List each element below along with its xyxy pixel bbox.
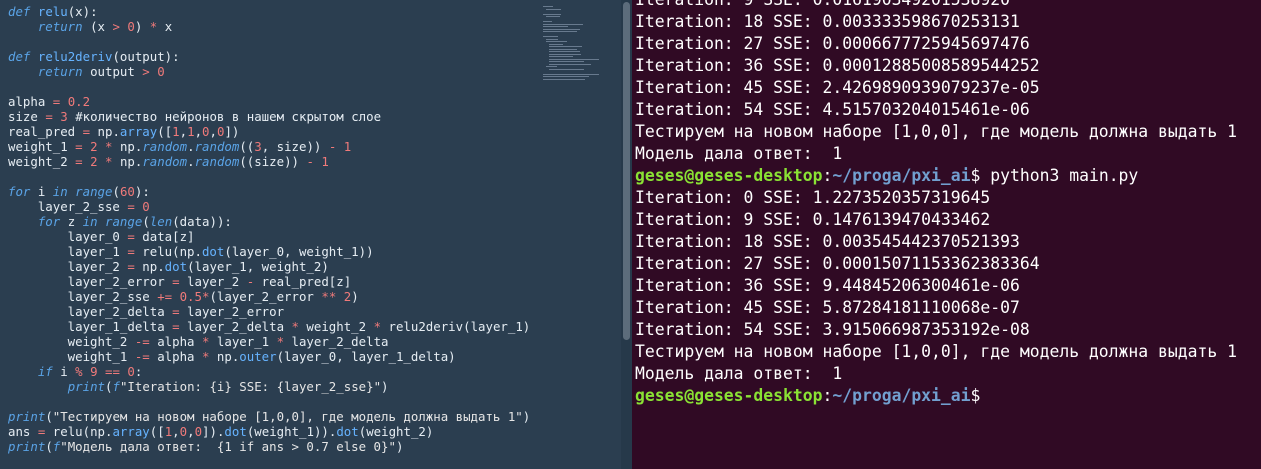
minimap-line	[549, 51, 580, 52]
terminal-output-line: Iteration: 0 SSE: 1.2273520357319645	[635, 188, 991, 207]
terminal-output: Iteration: 9 SSE: 0.016190349201538920It…	[635, 0, 1237, 407]
minimap-line	[543, 31, 578, 32]
code-line[interactable]: return (x > 0) * x	[8, 19, 530, 34]
code-line[interactable]: def relu2deriv(output):	[8, 49, 530, 64]
code-line[interactable]: weight_1 -= alpha * np.outer(layer_0, la…	[8, 349, 530, 364]
code-line[interactable]: def relu(x):	[8, 4, 530, 19]
code-line[interactable]: weight_2 = 2 * np.random.random((size)) …	[8, 154, 530, 169]
code-line[interactable]: ​	[8, 394, 530, 409]
code-line[interactable]: print(f"Iteration: {i} SSE: {layer_2_sse…	[8, 379, 530, 394]
code-text[interactable]: def relu(x): return (x > 0) * x​def relu…	[8, 4, 530, 454]
terminal-output-line: Iteration: 9 SSE: 0.016190349201538920	[635, 0, 1237, 11]
prompt-command: python3 main.py	[980, 166, 1139, 185]
minimap-line	[546, 41, 567, 42]
code-line[interactable]: layer_2 = np.dot(layer_1, weight_2)	[8, 259, 530, 274]
prompt-sep: :	[822, 386, 833, 405]
minimap-line	[543, 78, 586, 80]
terminal-output-line: Iteration: 36 SSE: 9.44845206300461e-06	[635, 276, 1020, 295]
minimap-line	[549, 68, 584, 70]
terminal-output-line: Тестируем на новом наборе [1,0,0], где м…	[635, 122, 1237, 141]
prompt-path: ~/proga/pxi_ai	[832, 166, 971, 185]
prompt-sep: :	[822, 166, 833, 185]
terminal-output-line: Iteration: 45 SSE: 2.4269890939079237e-0…	[635, 78, 1040, 97]
prompt-user: geses@geses-desktop	[635, 166, 823, 185]
minimap-line	[549, 48, 578, 50]
terminal-output-line: Модель дала ответ: 1	[635, 144, 843, 163]
minimap-line	[549, 58, 599, 60]
code-line[interactable]: real_pred = np.array([1,1,0,0])	[8, 124, 530, 139]
code-line[interactable]: for i in range(60):	[8, 184, 530, 199]
terminal-output-line: Тестируем на новом наборе [1,0,0], где м…	[635, 342, 1237, 361]
terminal-output-line: Iteration: 36 SSE: 0.0001288500858954425…	[635, 56, 1040, 75]
terminal-output-line: Iteration: 27 SSE: 0.0001507115336238336…	[635, 254, 1040, 273]
minimap-line	[543, 26, 568, 27]
code-line[interactable]: layer_1 = relu(np.dot(layer_0, weight_1)…	[8, 244, 530, 259]
minimap-line	[549, 46, 583, 47]
code-line[interactable]: weight_1 = 2 * np.random.random((3, size…	[8, 139, 530, 154]
minimap-line	[546, 8, 561, 10]
terminal-output-line: Iteration: 9 SSE: 0.1476139470433462	[635, 210, 991, 229]
minimap-line	[549, 61, 584, 62]
terminal-output-line: Iteration: 45 SSE: 5.87284181110068e-07	[635, 298, 1020, 317]
code-line[interactable]: return output > 0	[8, 64, 530, 79]
prompt-user: geses@geses-desktop	[635, 386, 823, 405]
minimap-line	[546, 38, 559, 40]
code-line[interactable]: layer_0 = data[z]	[8, 229, 530, 244]
minimap-line	[543, 28, 580, 30]
minimap-line	[543, 76, 589, 77]
terminal-prompt-line: geses@geses-desktop:~/proga/pxi_ai$	[635, 385, 1237, 407]
code-line[interactable]: alpha = 0.2	[8, 94, 530, 109]
code-line[interactable]: layer_2_error = layer_2 - real_pred[z]	[8, 274, 530, 289]
terminal-output-line: Iteration: 54 SSE: 4.515703204015461e-06	[635, 100, 1030, 119]
code-line[interactable]: ans = relu(np.array([1,0,0]).dot(weight_…	[8, 424, 530, 439]
code-line[interactable]: layer_1_delta = layer_2_delta * weight_2…	[8, 319, 531, 334]
minimap-line	[543, 23, 583, 25]
code-line[interactable]: ​	[8, 34, 530, 49]
terminal-prompt-line: geses@geses-desktop:~/proga/pxi_ai$ pyth…	[635, 165, 1237, 187]
minimap-line	[549, 43, 563, 45]
prompt-symbol: $	[970, 166, 981, 185]
prompt-symbol: $	[970, 386, 981, 405]
editor-minimap[interactable]	[543, 6, 615, 86]
terminal-output-line: Iteration: 27 SSE: 0.0006677725945697476	[635, 34, 1030, 53]
minimap-line	[543, 36, 559, 37]
code-line[interactable]: print("Тестируем на новом наборе [1,0,0]…	[8, 409, 530, 424]
minimap-line	[546, 66, 558, 67]
minimap-line	[546, 16, 560, 17]
code-line[interactable]: layer_2_sse = 0	[8, 199, 530, 214]
code-line[interactable]: size = 3 #количество нейронов в нашем ск…	[8, 109, 530, 124]
terminal-output-line: Модель дала ответ: 1	[635, 364, 843, 383]
minimap-line	[543, 13, 562, 15]
editor-scrollbar-thumb[interactable]	[623, 2, 630, 340]
minimap-line	[549, 56, 573, 57]
terminal-output-line: Iteration: 54 SSE: 3.915066987353192e-08	[635, 320, 1030, 339]
code-line[interactable]: layer_2_delta = layer_2_error	[8, 304, 530, 319]
terminal-output-line: Iteration: 18 SSE: 0.003333598670253131	[635, 12, 1020, 31]
code-editor[interactable]: def relu(x): return (x > 0) * x​def relu…	[0, 0, 620, 469]
code-line[interactable]: for z in range(len(data)):	[8, 214, 530, 229]
code-line[interactable]: weight_2 -= alpha * layer_1 * layer_2_de…	[8, 334, 530, 349]
minimap-line	[549, 63, 591, 65]
minimap-line	[543, 6, 553, 7]
minimap-line	[543, 73, 599, 75]
terminal-output-line: Iteration: 18 SSE: 0.003545442370521393	[635, 232, 1020, 251]
minimap-line	[543, 21, 552, 22]
code-line[interactable]: if i % 9 == 0:	[8, 364, 530, 379]
minimap-line	[549, 53, 581, 55]
code-line[interactable]: ​	[8, 169, 530, 184]
prompt-path: ~/proga/pxi_ai	[832, 386, 971, 405]
code-line[interactable]: print(f"Модель дала ответ: {1 if ans > 0…	[8, 439, 530, 454]
code-line[interactable]: ​	[8, 79, 530, 94]
terminal[interactable]: Iteration: 9 SSE: 0.016190349201538920It…	[632, 0, 1261, 469]
code-line[interactable]: layer_2_sse += 0.5*(layer_2_error ** 2)	[8, 289, 530, 304]
